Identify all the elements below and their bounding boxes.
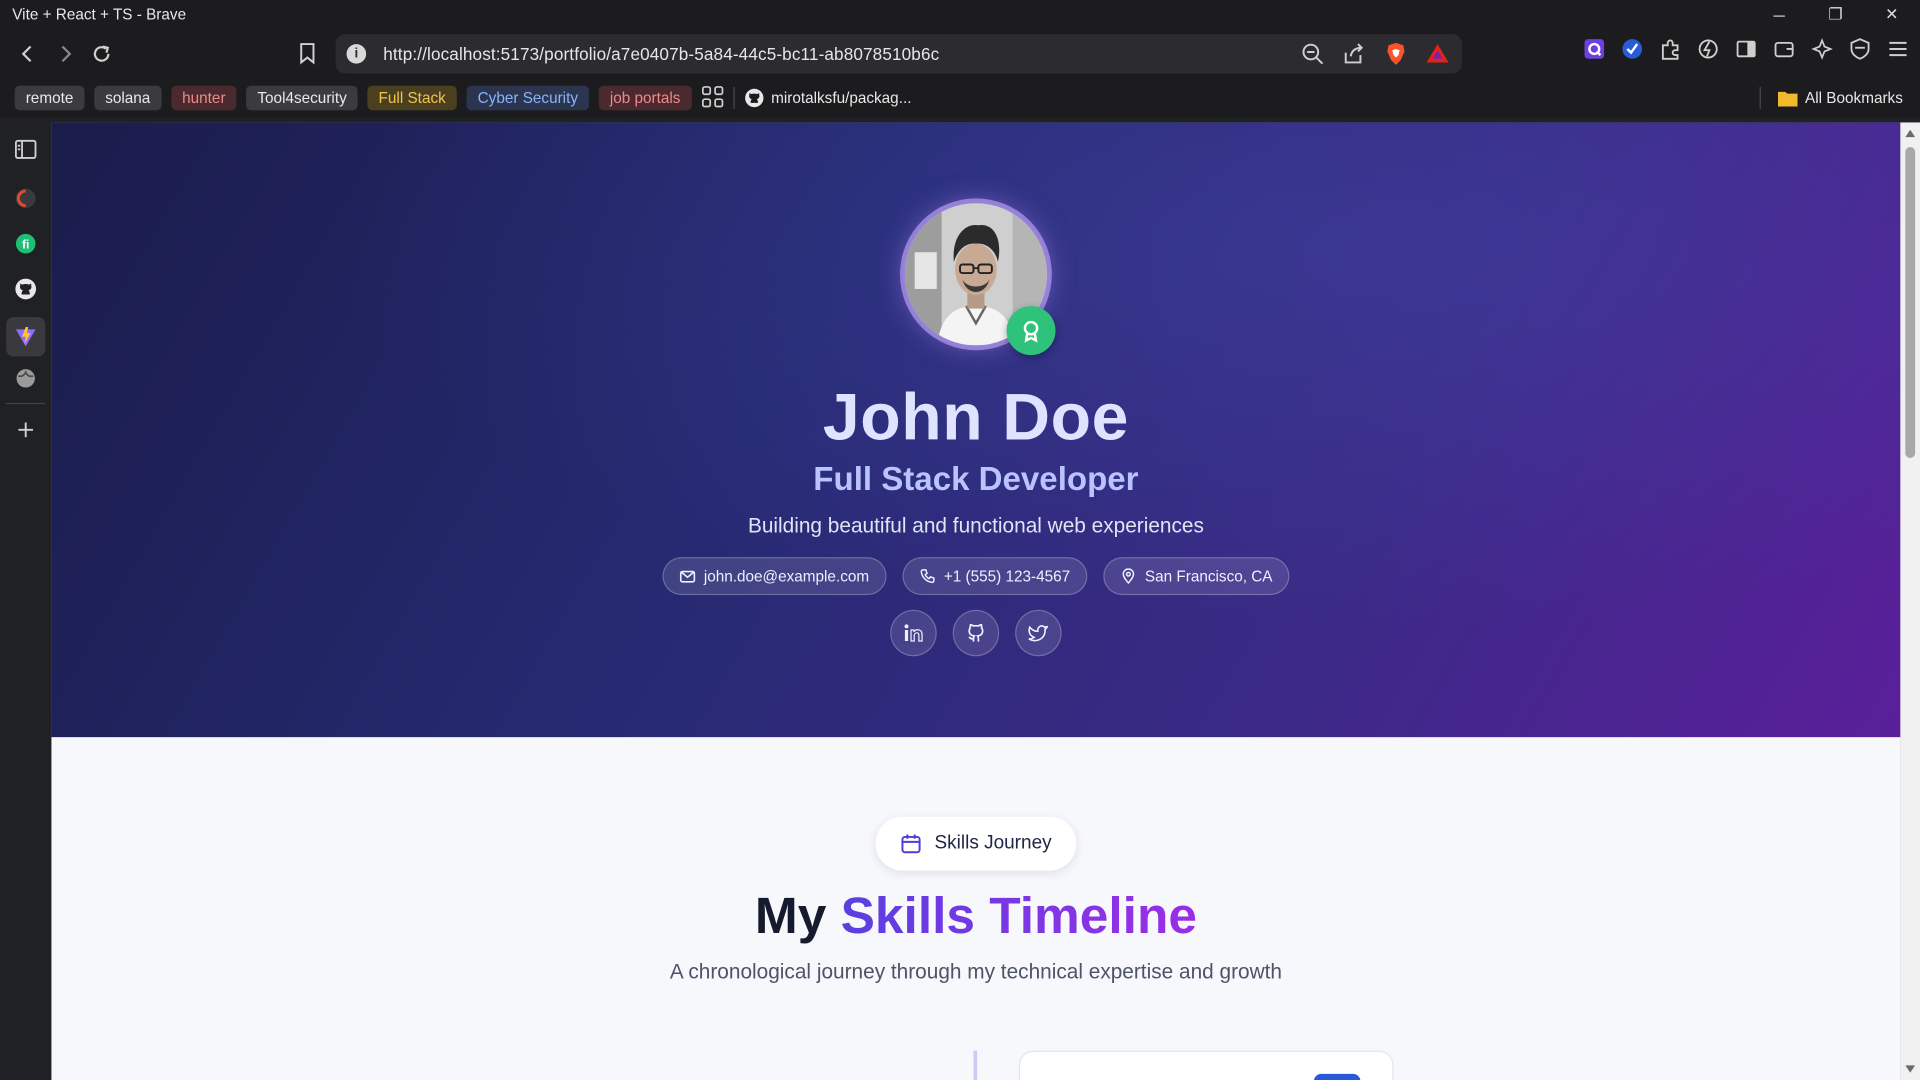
- window-title: Vite + React + TS - Brave: [12, 6, 187, 24]
- all-bookmarks-label: All Bookmarks: [1805, 89, 1903, 107]
- linkedin-icon: [904, 624, 923, 642]
- extension-q-icon[interactable]: [1582, 37, 1606, 61]
- brave-rewards-icon[interactable]: [1425, 42, 1449, 66]
- extension-check-icon[interactable]: [1620, 37, 1644, 61]
- minimize-button[interactable]: ─: [1751, 0, 1807, 29]
- hero-section: John Doe Full Stack Developer Building b…: [51, 122, 1901, 738]
- back-arrow-icon: [21, 45, 32, 63]
- bookmark-item[interactable]: Cyber Security: [466, 85, 590, 111]
- bookmarks-bar: remote solana hunter Tool4security Full Stac…: [0, 78, 1920, 118]
- bookmark-item[interactable]: hunter: [171, 85, 237, 111]
- skills-journey-label: Skills Journey: [934, 832, 1052, 854]
- achievement-badge: [1006, 306, 1056, 356]
- bookmark-item[interactable]: remote: [14, 85, 85, 111]
- folder-icon: [1778, 91, 1798, 107]
- map-pin-icon: [1122, 568, 1135, 585]
- skills-title-plain: My: [754, 886, 827, 945]
- linkedin-button[interactable]: [890, 609, 937, 657]
- calendar-icon: [901, 834, 921, 854]
- bookmark-github-link[interactable]: mirotalksfu/packag...: [744, 88, 911, 108]
- scroll-thumb[interactable]: [1905, 146, 1916, 458]
- browser-sidebar: fi: [0, 122, 52, 1080]
- wallet-icon[interactable]: [1772, 37, 1796, 61]
- add-icon[interactable]: [11, 415, 40, 444]
- page-viewport: John Doe Full Stack Developer Building b…: [51, 122, 1901, 1080]
- globe-icon[interactable]: [11, 364, 40, 393]
- phone-icon: [920, 569, 935, 584]
- brave-news-icon[interactable]: [11, 184, 40, 213]
- bookmark-item[interactable]: solana: [94, 85, 162, 111]
- profile-role: Full Stack Developer: [813, 460, 1139, 498]
- bookmark-github-label: mirotalksfu/packag...: [771, 89, 912, 107]
- github-icon: [968, 623, 984, 642]
- fiverr-icon[interactable]: fi: [11, 229, 40, 258]
- twitter-icon: [1028, 625, 1049, 642]
- github-icon: [744, 88, 764, 108]
- sidebar-panel-icon[interactable]: [1734, 37, 1758, 61]
- address-bar[interactable]: i http://localhost:5173/portfolio/a7e040…: [335, 34, 1463, 74]
- twitter-button[interactable]: [1015, 609, 1062, 657]
- scroll-down-arrow[interactable]: [1905, 1065, 1916, 1073]
- bookmark-item[interactable]: Tool4security: [246, 85, 358, 111]
- vpn-shield-icon[interactable]: [1848, 37, 1872, 61]
- page-scrollbar[interactable]: [1900, 122, 1920, 1080]
- timeline-card: [1018, 1050, 1394, 1080]
- timeline-card-tag: [1313, 1073, 1361, 1080]
- back-button[interactable]: [10, 36, 47, 73]
- contact-info: john.doe@example.com +1 (555) 123-4567 S…: [51, 557, 1900, 596]
- bookmark-icon: [300, 43, 315, 65]
- phone-text: +1 (555) 123-4567: [943, 567, 1071, 585]
- award-icon: [1023, 320, 1039, 343]
- window-titlebar: Vite + React + TS - Brave ─ ❐ ✕: [0, 0, 1920, 30]
- bookmarks-separator: [733, 86, 735, 109]
- address-bar-actions: [1300, 42, 1449, 66]
- vite-icon[interactable]: [6, 317, 46, 357]
- scroll-up-arrow[interactable]: [1905, 129, 1916, 138]
- timeline-line: [973, 1050, 978, 1080]
- skills-section-title: My Skills Timeline: [51, 887, 1900, 946]
- zoom-out-icon[interactable]: [1300, 42, 1324, 66]
- window-controls: ─ ❐ ✕: [1751, 0, 1920, 29]
- site-info-icon[interactable]: i: [346, 44, 367, 64]
- reload-icon: [93, 45, 110, 62]
- extensions-toolbar: [1582, 37, 1910, 61]
- phone-pill[interactable]: +1 (555) 123-4567: [902, 557, 1088, 596]
- url-text[interactable]: http://localhost:5173/portfolio/a7e0407b…: [383, 44, 939, 64]
- forward-button[interactable]: [47, 36, 84, 73]
- all-bookmarks-button[interactable]: All Bookmarks: [1759, 86, 1903, 109]
- email-pill[interactable]: john.doe@example.com: [662, 557, 887, 596]
- sidebar-divider: [6, 402, 46, 405]
- ai-sparkle-icon[interactable]: [1810, 37, 1834, 61]
- email-text: john.doe@example.com: [703, 567, 870, 585]
- location-text: San Francisco, CA: [1144, 567, 1273, 585]
- apps-grid-icon[interactable]: [701, 85, 723, 111]
- location-pill[interactable]: San Francisco, CA: [1103, 557, 1290, 596]
- bookmarks-separator-right: [1759, 86, 1761, 109]
- skills-title-accent: Skills Timeline: [840, 886, 1197, 945]
- navigation-bar: i http://localhost:5173/portfolio/a7e040…: [0, 29, 1920, 79]
- extensions-puzzle-icon[interactable]: [1658, 37, 1682, 61]
- forward-arrow-icon: [61, 45, 72, 63]
- share-icon[interactable]: [1342, 42, 1366, 66]
- reload-button[interactable]: [83, 36, 120, 73]
- bookmark-item[interactable]: Full Stack: [367, 85, 457, 111]
- bookmark-item[interactable]: job portals: [598, 85, 692, 111]
- social-links: [51, 609, 1900, 657]
- github-button[interactable]: [952, 609, 1000, 657]
- menu-icon[interactable]: [1886, 37, 1910, 61]
- github-icon[interactable]: [11, 274, 40, 303]
- mail-icon: [679, 570, 695, 583]
- profile-tagline: Building beautiful and functional web ex…: [747, 514, 1204, 538]
- brave-shields-icon[interactable]: [1384, 42, 1408, 66]
- sidebar-toggle-icon[interactable]: [11, 135, 40, 164]
- svg-text:fi: fi: [22, 238, 29, 252]
- skills-journey-chip: Skills Journey: [875, 816, 1077, 871]
- restore-button[interactable]: ❐: [1807, 0, 1863, 29]
- close-button[interactable]: ✕: [1864, 0, 1920, 29]
- bookmark-page-button[interactable]: [289, 36, 326, 73]
- profile-name: John Doe: [822, 380, 1129, 455]
- leo-ai-icon[interactable]: [1696, 37, 1720, 61]
- skills-section-subtitle: A chronological journey through my techn…: [669, 960, 1282, 984]
